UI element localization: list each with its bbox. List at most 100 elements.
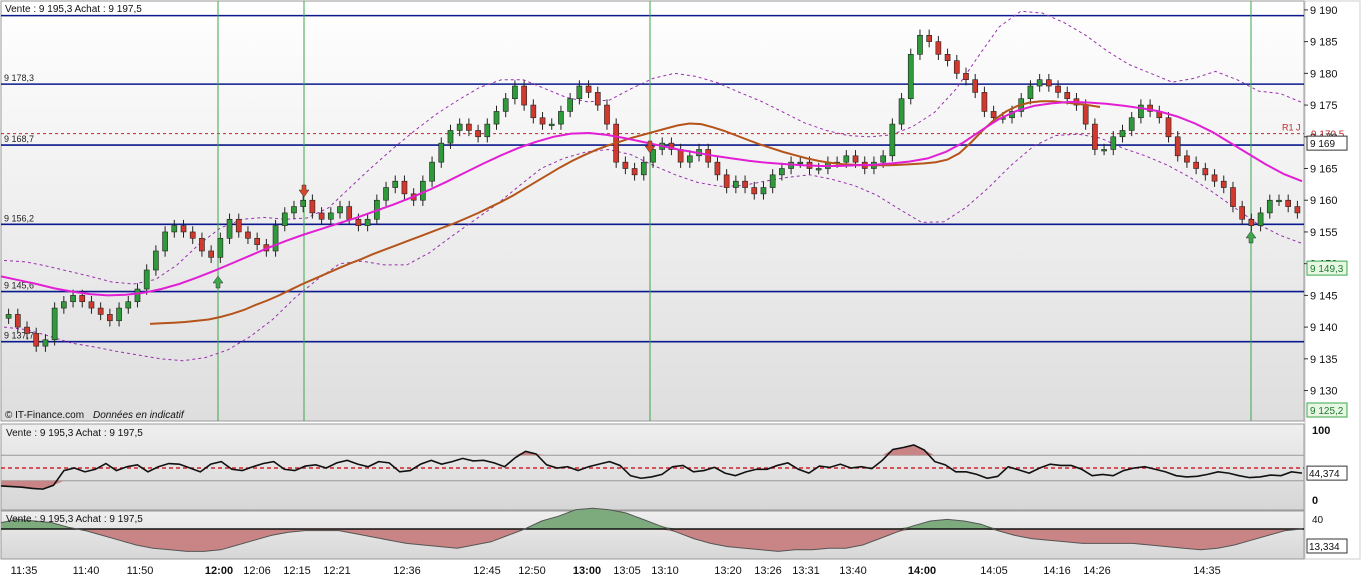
price-box-label: 9 149,3	[1310, 264, 1344, 275]
osc-tick-0: 0	[1312, 495, 1318, 507]
candle-body	[208, 250, 214, 258]
oscillator-title: Vente : 9 195,3 Achat : 9 197,5	[6, 428, 143, 439]
main-panel	[0, 0, 1305, 422]
candle-body	[327, 212, 334, 220]
price-box-label: 9 125,2	[1310, 406, 1344, 417]
candle-body	[346, 206, 353, 220]
momentum-last-label: 13,334	[1309, 542, 1340, 553]
candle-body	[760, 187, 767, 195]
x-tick-label: 11:50	[127, 565, 154, 577]
candle-body	[107, 314, 113, 322]
chart-svg: 9 178,39 168,79 156,29 145,69 137,7R1 J …	[0, 0, 1361, 577]
x-tick-label: 12:00	[205, 565, 233, 577]
y-tick-label: 9 180	[1310, 68, 1338, 80]
candle-body	[1239, 206, 1245, 220]
candle-body	[686, 155, 693, 163]
candle-body	[1046, 79, 1052, 87]
watermark-note: Données en indicatif	[93, 410, 185, 421]
candle-body	[14, 314, 21, 328]
y-tick-label: 9 160	[1310, 195, 1338, 207]
candle-body	[153, 250, 159, 271]
candle-body	[337, 206, 343, 214]
candle-body	[24, 326, 30, 334]
candle-body	[1165, 117, 1172, 138]
candle-body	[576, 85, 583, 100]
candle-body	[594, 92, 601, 106]
candle-body	[5, 314, 12, 319]
candle-body	[1266, 199, 1273, 214]
candle-body	[889, 123, 896, 157]
candle-body	[539, 117, 546, 125]
candle-body	[604, 104, 610, 125]
candle-body	[235, 218, 242, 233]
candle-body	[189, 231, 196, 239]
candle-body	[567, 98, 573, 112]
x-tick-label: 12:06	[243, 565, 271, 577]
candle-body	[880, 155, 886, 163]
candle-body	[364, 218, 371, 226]
candle-body	[530, 104, 537, 119]
candle-body	[1220, 180, 1227, 188]
candle-body	[926, 34, 933, 42]
osc-last-label: 44,374	[1309, 469, 1340, 480]
candle-body	[1082, 104, 1089, 125]
candle-body	[199, 237, 205, 252]
candle-body	[51, 307, 58, 341]
candle-body	[226, 218, 233, 239]
osc-tick-100: 100	[1312, 425, 1330, 437]
candle-body	[852, 155, 859, 163]
x-tick-label: 13:26	[754, 565, 782, 577]
x-tick-label: 14:05	[980, 565, 1008, 577]
candle-body	[466, 123, 472, 131]
y-tick-label: 9 155	[1310, 227, 1338, 239]
candle-body	[1101, 149, 1107, 152]
candle-body	[935, 41, 942, 55]
level-label: 9 178,3	[4, 73, 34, 83]
candle-body	[733, 180, 739, 188]
candle-body	[70, 295, 76, 303]
candle-body	[723, 174, 730, 188]
candle-body	[502, 98, 509, 112]
candle-body	[300, 199, 307, 207]
x-tick-label: 14:16	[1043, 565, 1071, 577]
x-tick-label: 13:10	[651, 565, 679, 577]
candle-body	[677, 149, 684, 163]
candle-body	[1055, 85, 1061, 93]
y-tick-label: 9 145	[1310, 290, 1338, 302]
candle-body	[484, 123, 491, 138]
candle-body	[291, 206, 297, 214]
candle-body	[33, 333, 40, 347]
candle-body	[1248, 218, 1255, 226]
candle-body	[1128, 117, 1135, 131]
y-tick-label: 9 130	[1310, 386, 1338, 398]
candle-body	[898, 98, 905, 125]
watermark-label: © IT-Finance.com	[5, 410, 84, 421]
candle-body	[779, 168, 785, 176]
candle-body	[254, 237, 260, 245]
candle-body	[1202, 168, 1209, 176]
candle-body	[990, 111, 997, 119]
candle-body	[493, 111, 500, 125]
x-tick-label: 13:20	[714, 565, 742, 577]
candle-body	[797, 161, 804, 164]
x-tick-label: 13:05	[613, 565, 641, 577]
chart-root: 9 178,3 9 168,7 9 156,2 9 145,6 9 137,7 R1 J …	[0, 0, 1361, 580]
candle-body	[512, 85, 518, 100]
candle-body	[447, 130, 454, 144]
candle-body	[558, 111, 564, 125]
level-label: 9 156,2	[4, 213, 34, 223]
candle-body	[1110, 136, 1117, 150]
x-tick-label: 12:15	[283, 565, 311, 577]
candle-body	[355, 218, 362, 226]
candle-body	[171, 225, 178, 233]
candle-body	[1092, 123, 1098, 150]
candle-body	[1174, 136, 1181, 157]
candle-body	[116, 307, 122, 322]
candle-body	[1036, 79, 1043, 87]
x-tick-label: 13:40	[839, 565, 867, 577]
candle-body	[1294, 206, 1301, 214]
y-tick-label: 9 190	[1310, 5, 1338, 17]
candle-body	[1184, 155, 1190, 163]
candle-body	[972, 79, 979, 93]
candle-body	[631, 168, 638, 176]
